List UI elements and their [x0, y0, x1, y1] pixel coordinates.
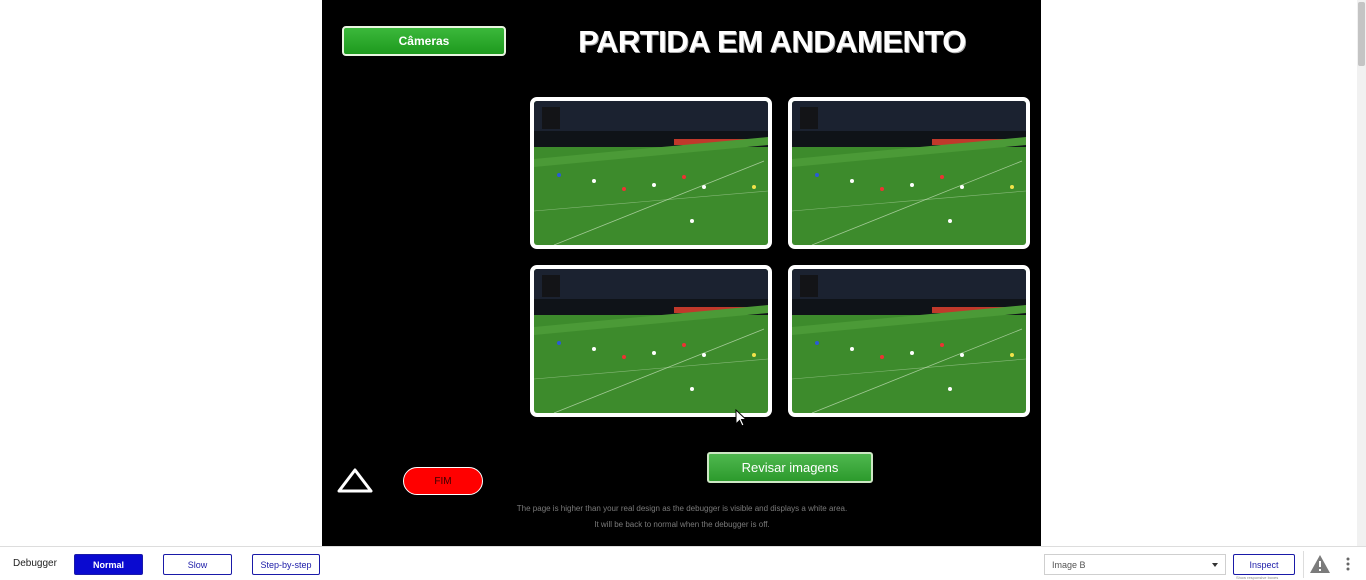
mouse-cursor-icon	[735, 409, 747, 427]
debugger-bar: Debugger Normal Slow Step-by-step Image …	[0, 546, 1366, 580]
debug-note: The page is higher than your real design…	[516, 504, 848, 513]
camera-feed-4[interactable]	[788, 265, 1030, 417]
image-select-value: Image B	[1052, 559, 1086, 570]
camera-feed-1[interactable]	[530, 97, 772, 249]
camera-feed-image	[534, 269, 768, 413]
mode-slow-button[interactable]: Slow	[163, 554, 232, 575]
more-vertical-icon[interactable]	[1342, 555, 1354, 573]
camera-feed-3[interactable]	[530, 265, 772, 417]
end-match-button[interactable]: FIM	[403, 467, 483, 495]
mode-step-button[interactable]: Step-by-step	[252, 554, 320, 575]
scrollbar[interactable]	[1357, 0, 1366, 546]
game-stage: Câmeras PARTIDA EM ANDAMENTO FIM Revisar…	[322, 0, 1041, 546]
page-title: PARTIDA EM ANDAMENTO	[578, 24, 966, 59]
inspect-note: Show responsive boxes	[1236, 575, 1279, 580]
review-images-button[interactable]: Revisar imagens	[707, 452, 873, 483]
divider	[1303, 551, 1304, 578]
debugger-label: Debugger	[13, 558, 57, 569]
camera-feed-image	[792, 269, 1026, 413]
inspect-button[interactable]: Inspect	[1233, 554, 1295, 575]
scrollbar-thumb[interactable]	[1358, 2, 1365, 66]
mode-normal-button[interactable]: Normal	[74, 554, 143, 575]
cameras-button[interactable]: Câmeras	[342, 26, 506, 56]
camera-feed-2[interactable]	[788, 97, 1030, 249]
triangle-up-icon[interactable]	[336, 468, 374, 494]
debug-note: It will be back to normal when the debug…	[594, 520, 770, 529]
warning-icon[interactable]	[1309, 554, 1331, 574]
chevron-down-icon	[1212, 563, 1218, 567]
image-select[interactable]: Image B	[1044, 554, 1226, 575]
camera-feed-image	[534, 101, 768, 245]
camera-feed-image	[792, 101, 1026, 245]
